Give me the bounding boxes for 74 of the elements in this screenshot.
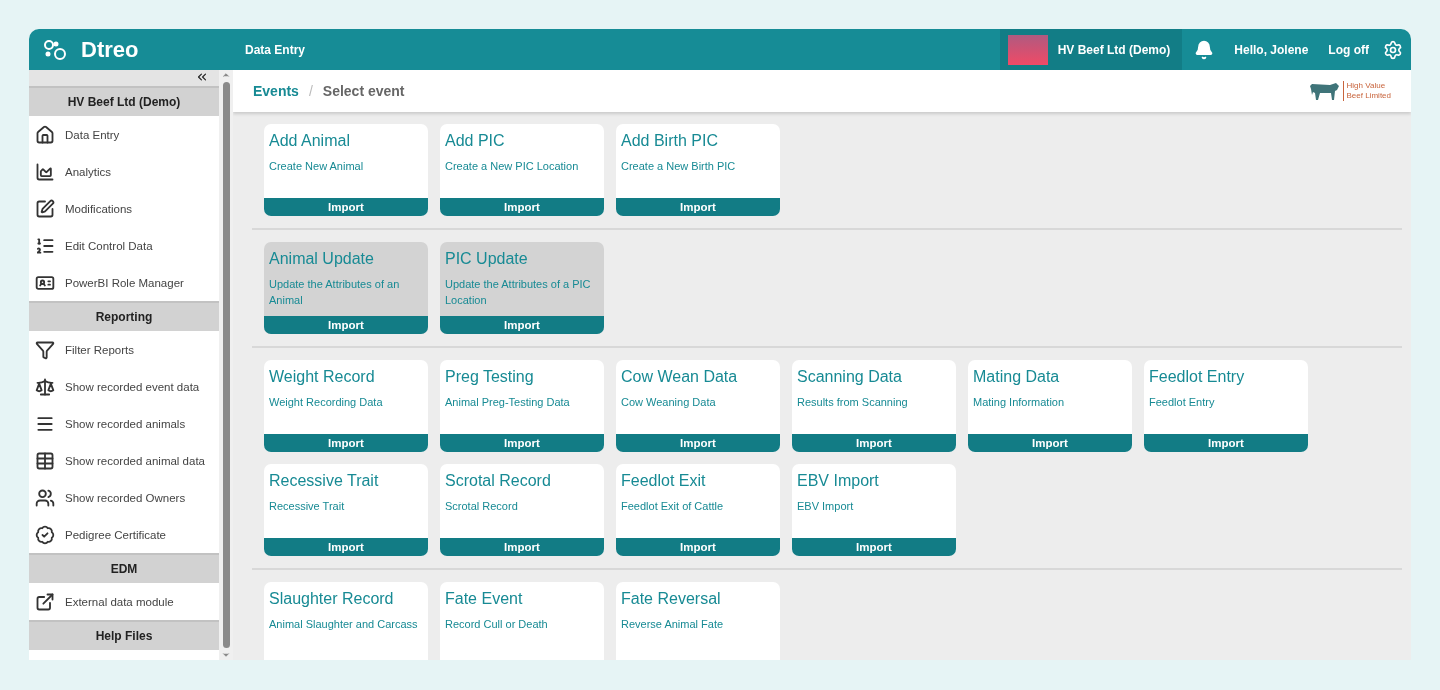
event-card[interactable]: Mating Data Mating Information Import bbox=[968, 360, 1132, 452]
event-card[interactable]: Cow Wean Data Cow Weaning Data Import bbox=[616, 360, 780, 452]
breadcrumb-link[interactable]: Events bbox=[253, 83, 299, 99]
sidebar-item[interactable]: External data module bbox=[29, 583, 219, 620]
import-button[interactable]: Import bbox=[264, 434, 428, 452]
sidebar-item[interactable]: Show recorded Owners bbox=[29, 479, 219, 516]
import-button[interactable]: Import bbox=[440, 538, 604, 556]
sidebar-section-header: Reporting bbox=[29, 301, 219, 331]
sidebar-item[interactable]: Data Entry bbox=[29, 116, 219, 153]
import-button[interactable]: Import bbox=[792, 538, 956, 556]
double-chevron-left-icon bbox=[195, 70, 209, 84]
import-button[interactable]: Import bbox=[264, 538, 428, 556]
cow-logo-icon bbox=[1307, 81, 1340, 101]
breadcrumb-separator: / bbox=[308, 83, 313, 99]
log-off-link[interactable]: Log off bbox=[1318, 42, 1379, 57]
sidebar-item[interactable]: PowerBI Role Manager bbox=[29, 264, 219, 301]
import-button[interactable]: Import bbox=[616, 434, 780, 452]
home-icon bbox=[35, 124, 55, 145]
import-button[interactable]: Import bbox=[440, 434, 604, 452]
table-icon bbox=[35, 450, 55, 471]
sidebar-item[interactable]: Pedigree Certificate bbox=[29, 516, 219, 553]
people-icon bbox=[35, 487, 55, 508]
scale-icon bbox=[35, 376, 55, 397]
partner-logo-text: High Value Beef Limited bbox=[1342, 81, 1391, 101]
photo-placeholder bbox=[1007, 34, 1048, 65]
seal-icon bbox=[35, 524, 55, 545]
scroll-down-icon[interactable] bbox=[221, 650, 231, 660]
filter-icon bbox=[35, 339, 55, 360]
import-button[interactable]: Import bbox=[616, 198, 780, 216]
area-chart-icon bbox=[35, 161, 55, 182]
event-card[interactable]: Fate Event Record Cull or Death bbox=[440, 582, 604, 660]
edit-icon bbox=[35, 198, 55, 219]
sidebar-item[interactable]: Show recorded animals bbox=[29, 405, 219, 442]
event-card[interactable]: Slaughter Record Animal Slaughter and Carcass bbox=[264, 582, 428, 660]
sidebar-item[interactable]: Modifications bbox=[29, 190, 219, 227]
sidebar-item[interactable]: Show recorded animal data bbox=[29, 442, 219, 479]
sidebar-section-header: EDM bbox=[29, 553, 219, 583]
event-card[interactable]: Scrotal Record Scrotal Record Import bbox=[440, 464, 604, 556]
external-link-icon bbox=[35, 591, 55, 612]
event-card[interactable]: Add Animal Create New Animal Import bbox=[264, 124, 428, 216]
import-button[interactable]: Import bbox=[616, 538, 780, 556]
event-card[interactable]: Add PIC Create a New PIC Location Import bbox=[440, 124, 604, 216]
greeting: Hello, Jolene bbox=[1233, 42, 1310, 57]
scrollbar[interactable] bbox=[219, 70, 233, 660]
sidebar-section-header: HV Beef Ltd (Demo) bbox=[29, 86, 219, 116]
event-card[interactable]: Add Birth PIC Create a New Birth PIC Import bbox=[616, 124, 780, 216]
event-card[interactable]: Recessive Trait Recessive Trait Import bbox=[264, 464, 428, 556]
organisation-switcher[interactable]: HV Beef Ltd (Demo) bbox=[999, 29, 1183, 70]
event-card[interactable]: Fate Reversal Reverse Animal Fate bbox=[616, 582, 780, 660]
breadcrumb-current-page: Select event bbox=[322, 83, 405, 99]
event-card[interactable]: Preg Testing Animal Preg-Testing Data Import bbox=[440, 360, 604, 452]
page-section-title: Data Entry bbox=[245, 42, 307, 57]
sidebar-section-header: Help Files bbox=[29, 620, 219, 650]
sidebar-item[interactable]: Filter Reports bbox=[29, 331, 219, 368]
event-card[interactable]: Scanning Data Results from Scanning Import bbox=[792, 360, 956, 452]
event-card[interactable]: Feedlot Exit Feedlot Exit of Cattle Import bbox=[616, 464, 780, 556]
scroll-up-icon[interactable] bbox=[221, 70, 231, 80]
numbered-list-icon bbox=[35, 235, 55, 256]
organisation-name: HV Beef Ltd (Demo) bbox=[1057, 42, 1171, 57]
sidebar-item[interactable]: Analytics bbox=[29, 153, 219, 190]
event-card[interactable]: EBV Import EBV Import Import bbox=[792, 464, 956, 556]
event-card[interactable]: Feedlot Entry Feedlot Entry Import bbox=[1144, 360, 1308, 452]
brand-name: Dtreo bbox=[81, 36, 139, 63]
import-button[interactable]: Import bbox=[440, 198, 604, 216]
import-button[interactable]: Import bbox=[264, 198, 428, 216]
sidebar-item[interactable]: Show recorded event data bbox=[29, 368, 219, 405]
import-button[interactable]: Import bbox=[1144, 434, 1308, 452]
event-card[interactable]: Weight Record Weight Recording Data Import bbox=[264, 360, 428, 452]
import-button[interactable]: Import bbox=[792, 434, 956, 452]
settings-icon[interactable] bbox=[1383, 39, 1403, 60]
logo-icon bbox=[43, 38, 67, 61]
notification-bell-icon[interactable] bbox=[1194, 39, 1215, 60]
sidebar-item[interactable]: Edit Control Data bbox=[29, 227, 219, 264]
import-button[interactable]: Import bbox=[968, 434, 1132, 452]
